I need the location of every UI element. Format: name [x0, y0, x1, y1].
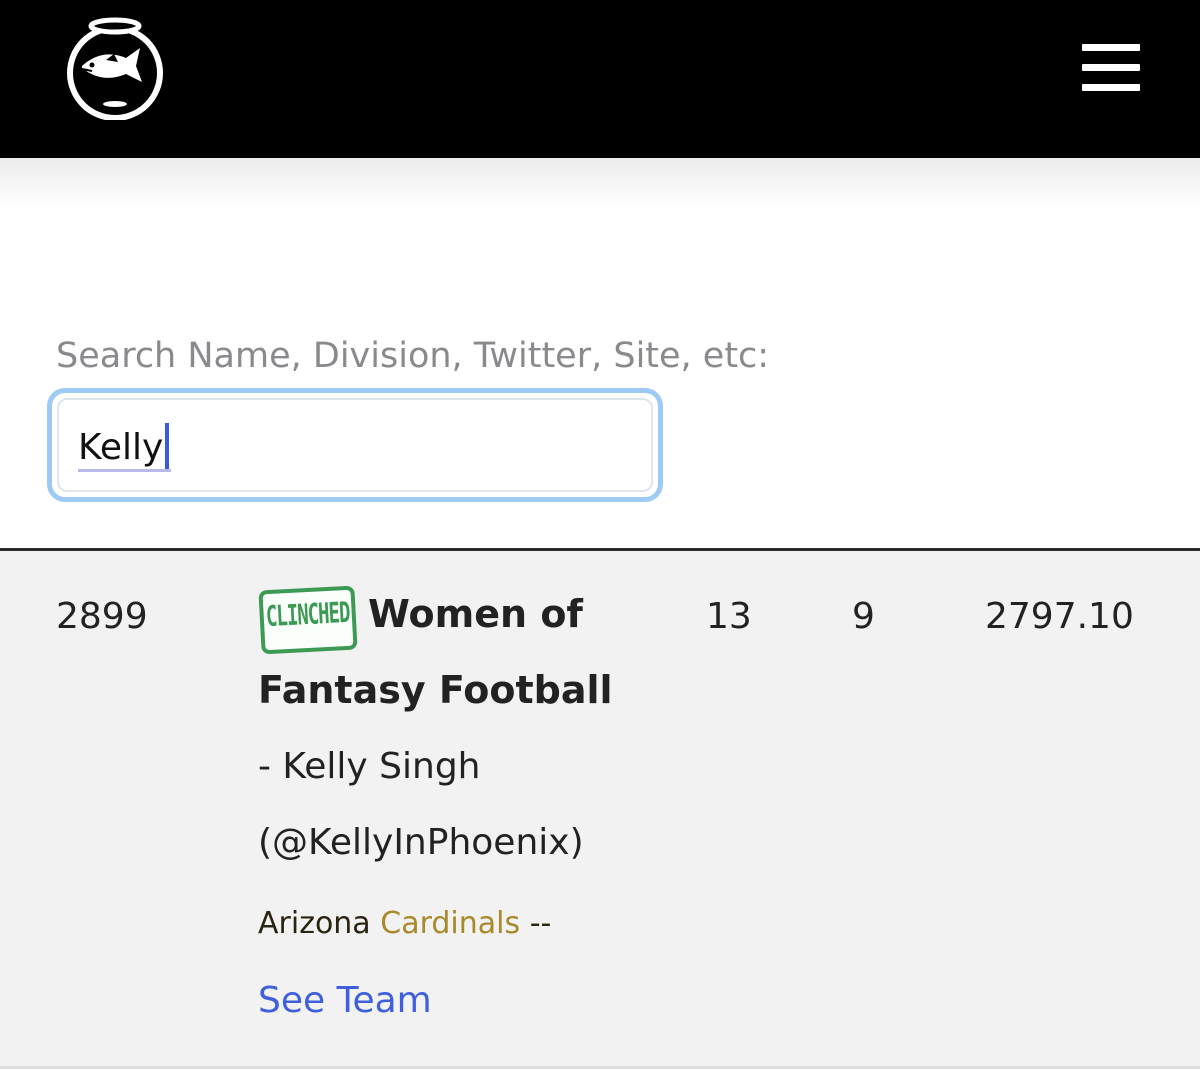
menu-bar [1082, 64, 1140, 71]
fishbowl-logo-icon[interactable] [62, 14, 168, 120]
twitter-handle[interactable]: (@KellyInPhoenix) [258, 822, 584, 863]
menu-bar [1082, 44, 1140, 51]
clinched-badge-icon: CLINCHED [258, 585, 358, 655]
nfl-team-mascot: Cardinals [380, 906, 521, 941]
team-name-line1: Women of [368, 592, 583, 636]
navbar-shadow [0, 158, 1200, 208]
search-label: Search Name, Division, Twitter, Site, et… [56, 336, 770, 376]
search-input-value[interactable]: Kelly [78, 423, 172, 472]
rank-cell: 2899 [56, 596, 148, 637]
wins-cell: 13 [706, 596, 752, 637]
row-border [0, 1066, 1200, 1069]
team-name-line2: Fantasy Football [258, 668, 613, 712]
see-team-link[interactable]: See Team [258, 980, 432, 1021]
text-caret [165, 423, 170, 469]
nfl-team-suffix: -- [529, 906, 552, 941]
points-cell: 2797.10 [985, 596, 1134, 637]
search-input[interactable]: Kelly [47, 388, 663, 502]
top-navbar [0, 0, 1200, 158]
hamburger-menu-icon[interactable] [1082, 44, 1140, 92]
search-text: Kelly [78, 427, 164, 468]
owner-name: - Kelly Singh [258, 746, 481, 787]
clinched-badge-label: CLINCHED [265, 596, 351, 634]
nfl-team: Arizona Cardinals -- [258, 906, 551, 941]
losses-cell: 9 [852, 596, 875, 637]
menu-bar [1082, 84, 1140, 91]
nfl-team-city: Arizona [258, 906, 371, 941]
